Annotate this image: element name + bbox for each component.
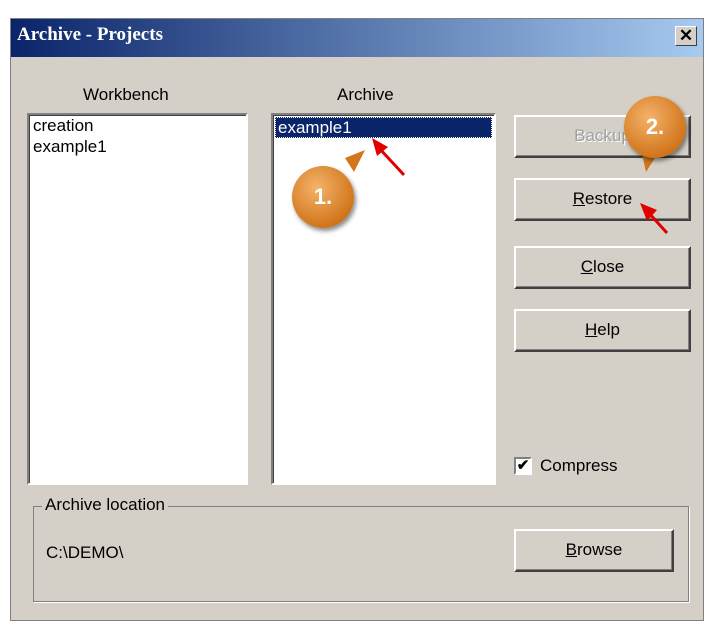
arrow-1-icon [372,138,406,177]
step-1-badge: 1. [292,166,354,228]
annotation-overlay [345,138,669,235]
step-2-badge: 2. [624,96,686,158]
badge-1-tail [345,150,365,172]
arrow-2-icon [640,203,669,235]
